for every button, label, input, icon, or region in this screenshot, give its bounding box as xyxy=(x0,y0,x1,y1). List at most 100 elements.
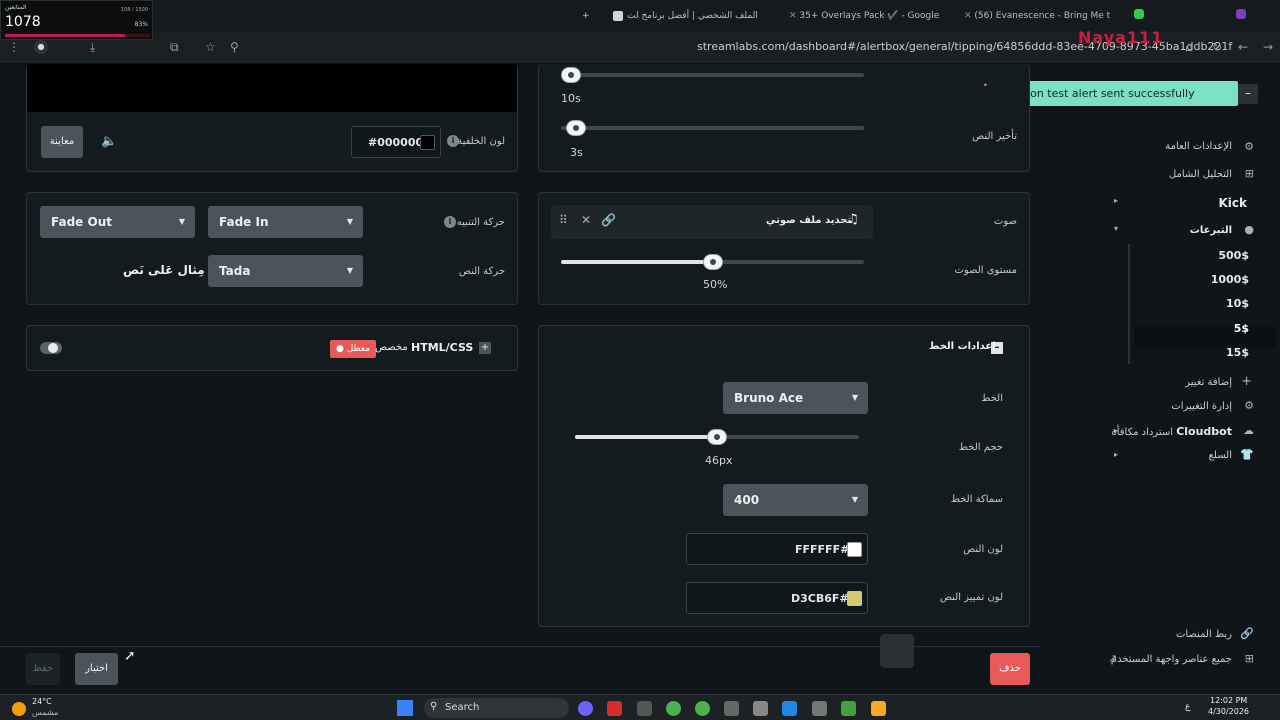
sound-panel: ⠿ ✕ 🔗 تحديد ملف صوتي ♫ صوت 50% مستوى الص… xyxy=(538,192,1030,305)
variation-15[interactable]: 15$ xyxy=(1226,346,1249,359)
test-button[interactable]: اختبار xyxy=(75,653,118,685)
grid-icon[interactable]: ⠿ xyxy=(559,213,568,227)
bookmark-star-icon[interactable]: ☆ xyxy=(205,40,216,54)
text-animation-select[interactable]: Tada ▼ xyxy=(208,255,363,287)
preview-button[interactable]: معاينة xyxy=(41,126,83,158)
viewer-progress-bar xyxy=(5,34,150,37)
sidebar-item-cloudbot[interactable]: استرداد مكافأة Cloudbot xyxy=(1111,425,1232,438)
tab-favicon-icon xyxy=(613,10,623,21)
gear-icon: ⚙ xyxy=(1244,399,1254,412)
slider-knob[interactable] xyxy=(702,254,723,270)
close-icon[interactable]: ✕ xyxy=(581,213,591,227)
font-size-slider[interactable] xyxy=(575,429,859,445)
duration-slider[interactable] xyxy=(561,67,864,83)
search-icon: ⚲ xyxy=(430,701,438,712)
tab-icon[interactable] xyxy=(1236,9,1246,19)
taskbar-search[interactable]: ⚲ Search xyxy=(424,698,569,718)
save-button[interactable]: حفظ xyxy=(26,653,60,685)
chevron-right-icon[interactable]: ▸ xyxy=(1114,450,1118,459)
info-icon[interactable]: i xyxy=(444,216,456,228)
delay-slider[interactable] xyxy=(561,120,864,136)
reload-icon[interactable]: ↻ xyxy=(1212,40,1222,54)
cloud-icon: ☁ xyxy=(1243,424,1254,437)
html-css-panel: ● معطل مخصص HTML/CSS + xyxy=(26,325,518,371)
app-icon[interactable] xyxy=(724,701,739,716)
variation-500[interactable]: 500$ xyxy=(1218,249,1249,262)
close-icon[interactable]: ✕ xyxy=(789,11,797,21)
new-tab-button[interactable]: + xyxy=(574,4,598,28)
chevron-down-icon: ▼ xyxy=(346,217,353,226)
extensions-icon[interactable]: ⧉ xyxy=(170,40,179,55)
sidebar-item-all-widgets[interactable]: جميع عناصر واجهة المستخدم xyxy=(1111,654,1232,665)
app-icon[interactable] xyxy=(637,701,652,716)
external-link-icon: ↗ xyxy=(1108,652,1118,665)
folder-icon[interactable] xyxy=(871,701,886,716)
sound-file-picker[interactable]: ⠿ ✕ 🔗 تحديد ملف صوتي ♫ xyxy=(551,205,873,239)
chrome-icon[interactable] xyxy=(666,701,681,716)
windows-start-icon[interactable] xyxy=(397,700,413,716)
tab-evanescence[interactable]: ✕ (56) Evanescence - Bring Me to xyxy=(950,4,1110,28)
alert-in-animation-select[interactable]: Fade In ▼ xyxy=(208,206,363,238)
preview-panel: معاينة 🔈 #000000 i لون الخلفية xyxy=(26,64,518,172)
manage-variations-button[interactable]: إدارة التغييرات xyxy=(1171,401,1232,412)
download-icon[interactable]: ⤓ xyxy=(90,40,95,55)
plus-icon: + xyxy=(1241,374,1252,389)
shirt-icon: 👕 xyxy=(1240,448,1254,461)
weather-icon xyxy=(12,702,26,716)
close-icon[interactable]: ✕ xyxy=(964,11,972,21)
html-css-toggle[interactable] xyxy=(40,342,62,354)
bg-color-field[interactable]: #000000 xyxy=(351,126,441,158)
app-icon[interactable] xyxy=(812,701,827,716)
chevron-down-icon: ▼ xyxy=(178,217,185,226)
back-icon[interactable]: ← xyxy=(1238,40,1248,54)
app-icon[interactable] xyxy=(607,701,622,716)
menu-icon[interactable]: ⋮ xyxy=(8,40,20,54)
sidebar-item-kick[interactable]: Kick xyxy=(1218,196,1247,210)
speaker-icon[interactable]: 🔈 xyxy=(101,134,117,149)
sidebar-item-general-settings[interactable]: الإعدادات العامة xyxy=(1165,141,1232,152)
sidebar-item-analysis[interactable]: التحليل الشامل xyxy=(1169,169,1232,180)
sidebar-item-tips[interactable]: التبرعات xyxy=(1190,225,1232,236)
home-icon[interactable]: ⌂ xyxy=(1185,40,1193,54)
font-weight-select[interactable]: 400 ▼ xyxy=(723,484,868,516)
steam-icon[interactable] xyxy=(782,701,797,716)
variation-5[interactable]: 5$ xyxy=(1234,322,1249,335)
add-variation-button[interactable]: إضافة تغيير xyxy=(1185,377,1232,388)
highlight-color-swatch xyxy=(847,591,862,606)
sidebar-item-merch[interactable]: السلع xyxy=(1209,450,1232,461)
app-icon[interactable] xyxy=(753,701,768,716)
text-color-swatch xyxy=(847,542,862,557)
text-color-field[interactable]: FFFFFF# xyxy=(686,533,868,565)
sidebar: الإعدادات العامة ⚙ التحليل الشامل ⊞ ▸ Ki… xyxy=(1104,64,1280,694)
link-icon[interactable]: 🔗 xyxy=(601,213,616,227)
zoom-icon[interactable]: ⚲ xyxy=(230,40,239,54)
kick-tab-icon[interactable] xyxy=(1134,9,1144,19)
mouse-cursor-icon: ➚ xyxy=(124,648,136,664)
variation-1000[interactable]: 1000$ xyxy=(1211,273,1249,286)
alert-out-animation-select[interactable]: Fade Out ▼ xyxy=(40,206,195,238)
tab-profile[interactable]: الملف الشخصي | أفضل برنامج لت xyxy=(605,4,765,28)
expand-icon[interactable]: + xyxy=(479,342,491,354)
widgets-grid-icon: ⊞ xyxy=(1244,652,1254,665)
webcam-thumbnail xyxy=(880,634,914,668)
chevron-right-icon[interactable]: ▸ xyxy=(1114,196,1118,205)
animation-panel: Fade Out ▼ Fade In ▼ i حركة التنبيه Tada ▼ … xyxy=(26,192,518,305)
app-icon[interactable] xyxy=(841,701,856,716)
sidebar-item-link-platforms[interactable]: ربط المنصات xyxy=(1176,629,1232,640)
forward-icon[interactable]: → xyxy=(1263,40,1273,54)
font-settings-panel: – إعدادات الخط Bruno Ace ▼ الخط 46px حجم … xyxy=(538,325,1030,627)
volume-slider[interactable] xyxy=(561,254,864,270)
profile-icon[interactable]: ● xyxy=(34,40,48,54)
chevron-down-icon: ▼ xyxy=(851,393,858,402)
tab-overlays[interactable]: ✕ 35+ Overlays Pack ✔️ - Google xyxy=(775,4,940,28)
font-select[interactable]: Bruno Ace ▼ xyxy=(723,382,868,414)
delete-button[interactable]: حذف xyxy=(990,653,1030,685)
discord-icon[interactable] xyxy=(578,701,593,716)
chevron-down-icon[interactable]: ▾ xyxy=(1114,224,1118,233)
slider-knob[interactable] xyxy=(566,120,586,136)
variation-10[interactable]: 10$ xyxy=(1226,297,1249,310)
slider-knob[interactable] xyxy=(707,429,727,445)
chrome-icon[interactable] xyxy=(695,701,710,716)
highlight-color-field[interactable]: D3CB6F# xyxy=(686,582,868,614)
slider-knob[interactable] xyxy=(561,67,581,83)
